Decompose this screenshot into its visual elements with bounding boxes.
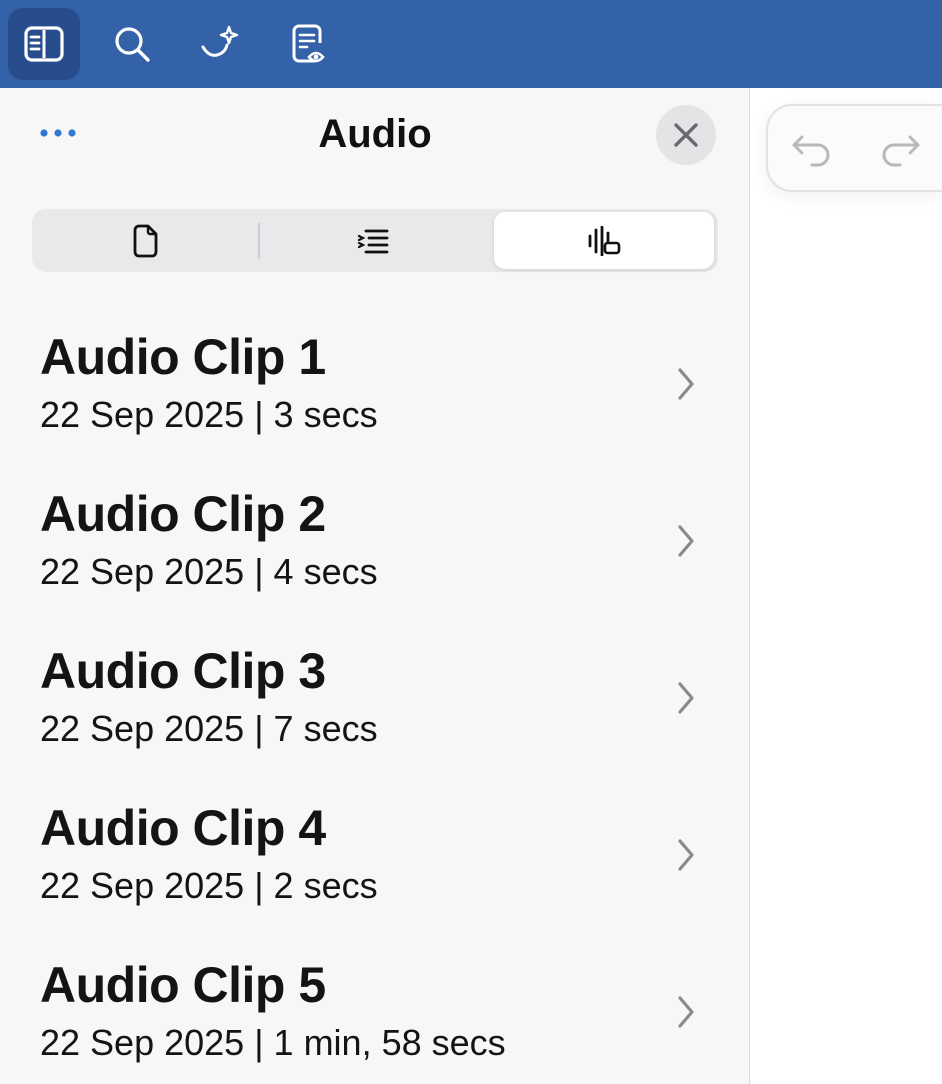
clip-title: Audio Clip 4 [40,800,326,856]
audio-panel: Audio Audio Clip 1 22 Sep 2025 | 3 secs … [0,88,750,1084]
list-item[interactable]: Audio Clip 1 22 Sep 2025 | 3 secs [0,318,750,475]
ai-assist-button[interactable] [184,8,256,80]
outline-list-icon [357,229,389,253]
segment-pages[interactable] [35,212,255,269]
list-item[interactable]: Audio Clip 4 22 Sep 2025 | 2 secs [0,789,750,946]
sparkle-ink-icon [201,25,239,57]
close-button[interactable] [656,105,716,165]
clip-meta: 22 Sep 2025 | 3 secs [40,394,378,435]
segment-audio[interactable] [494,212,714,269]
audio-clip-list: Audio Clip 1 22 Sep 2025 | 3 secs Audio … [0,318,750,1084]
list-item[interactable]: Audio Clip 2 22 Sep 2025 | 4 secs [0,475,750,632]
chevron-right-icon [678,839,694,871]
page-icon [133,224,158,257]
clip-meta: 22 Sep 2025 | 4 secs [40,551,378,592]
chevron-right-icon [678,682,694,714]
list-item[interactable]: Audio Clip 5 22 Sep 2025 | 1 min, 58 sec… [0,946,750,1084]
undo-icon [792,135,830,167]
view-segmented-control [32,209,718,272]
preview-document-button[interactable] [272,8,344,80]
clip-title: Audio Clip 1 [40,329,326,385]
clip-title: Audio Clip 5 [40,957,326,1013]
chevron-right-icon [678,368,694,400]
segment-divider [258,223,260,259]
sidebar-toggle-button[interactable] [8,8,80,80]
sidebar-icon [24,26,64,62]
chevron-right-icon [678,525,694,557]
audio-waveform-icon [588,225,621,256]
chevron-right-icon [678,996,694,1028]
close-icon [674,123,698,147]
redo-button[interactable] [874,126,926,172]
clip-meta: 22 Sep 2025 | 7 secs [40,708,378,749]
panel-title: Audio [318,112,432,156]
segment-outline[interactable] [263,212,483,269]
top-toolbar [0,0,942,88]
document-preview-icon [292,24,325,63]
search-icon [115,27,150,62]
undo-button[interactable] [786,126,838,172]
redo-icon [882,135,920,167]
list-item[interactable]: Audio Clip 3 22 Sep 2025 | 7 secs [0,632,750,789]
clip-title: Audio Clip 2 [40,486,326,542]
search-button[interactable] [96,8,168,80]
clip-title: Audio Clip 3 [40,643,326,699]
clip-meta: 22 Sep 2025 | 1 min, 58 secs [40,1022,506,1063]
clip-meta: 22 Sep 2025 | 2 secs [40,865,378,906]
undo-redo-control [766,104,942,192]
